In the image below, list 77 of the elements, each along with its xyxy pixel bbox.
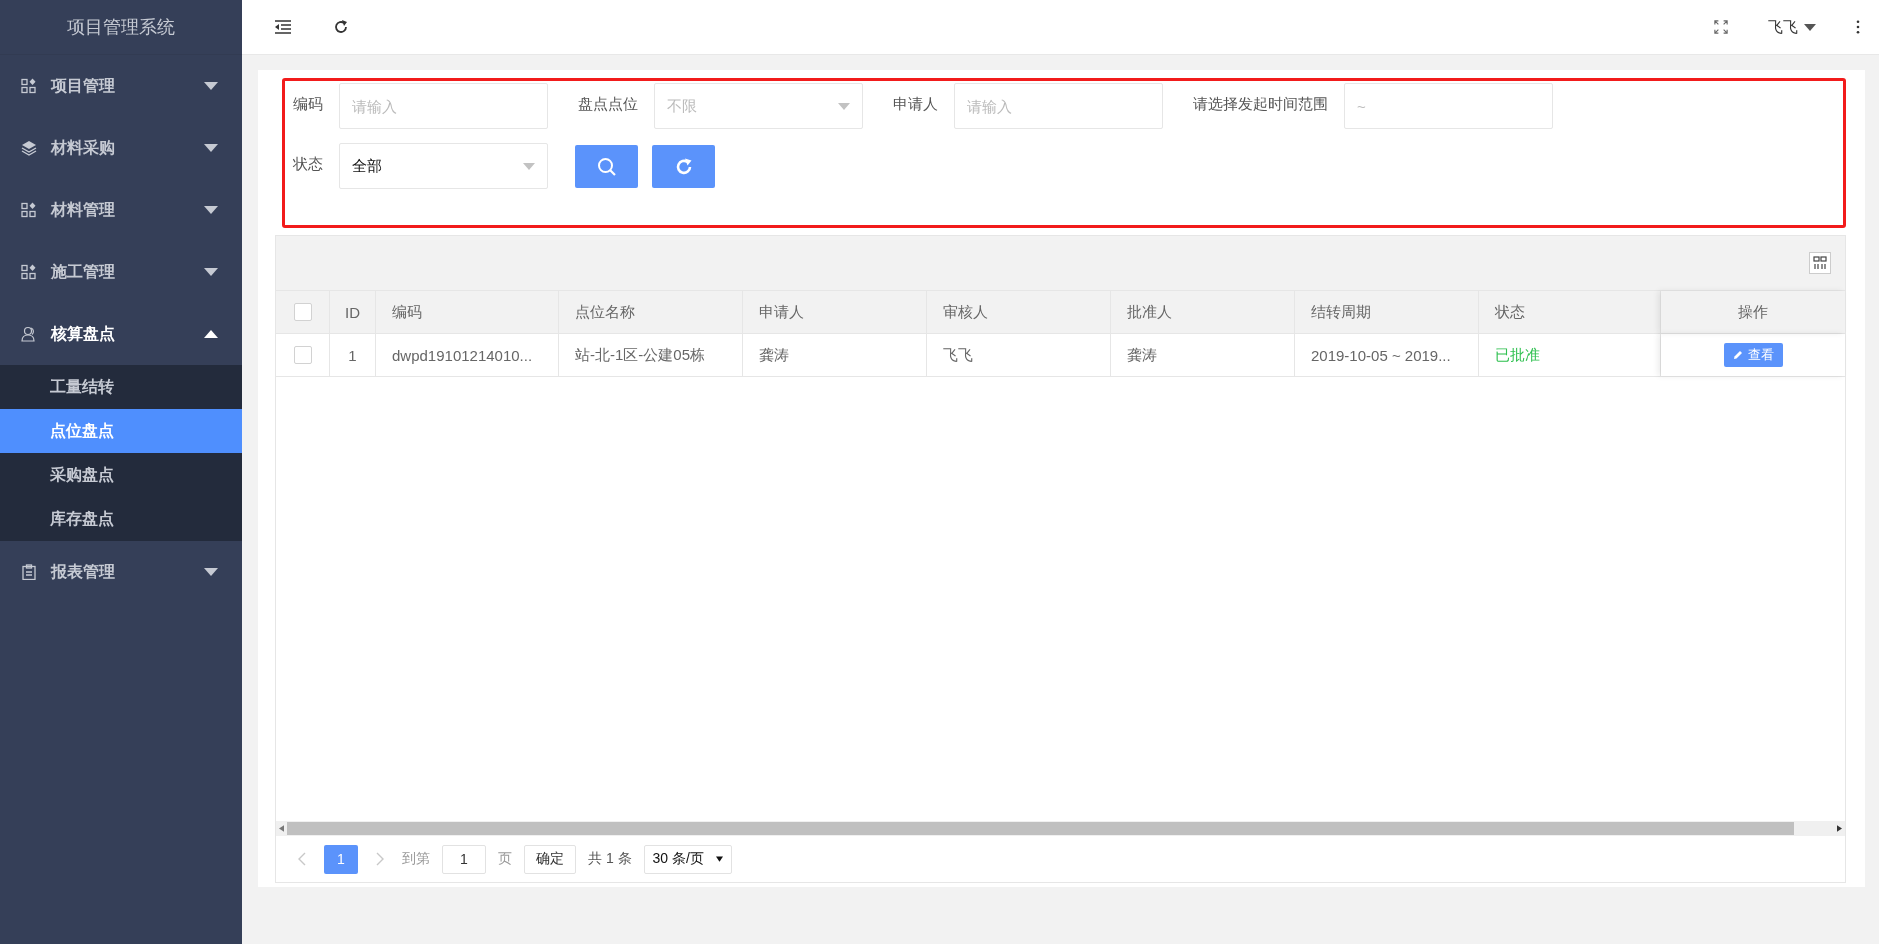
caret-up-icon (204, 330, 218, 338)
page-size-select[interactable]: 30 条/页 (643, 844, 732, 874)
layers-icon (21, 140, 37, 156)
grid-icon (21, 264, 37, 280)
clipboard-icon (21, 564, 37, 580)
horizontal-scrollbar[interactable] (276, 821, 1845, 836)
status-cell: 已批准 (1479, 334, 1661, 376)
caret-down-icon (838, 102, 850, 110)
menu-label: 材料管理 (51, 199, 116, 220)
sidebar-item[interactable]: 核算盘点 (0, 303, 242, 365)
menu-label: 施工管理 (51, 261, 116, 282)
refresh-icon[interactable] (332, 19, 350, 35)
filter-label: 请选择发起时间范围 (1193, 94, 1329, 114)
scroll-left-icon[interactable] (279, 825, 284, 832)
search-icon (596, 156, 617, 177)
confirm-button[interactable]: 确定 (524, 844, 576, 874)
caret-down-icon (1804, 23, 1816, 31)
input-field[interactable]: 请输入 (339, 83, 548, 129)
submenu-item[interactable]: 库存盘点 (0, 497, 242, 541)
columns-icon[interactable] (1809, 252, 1831, 274)
grid-icon (21, 78, 37, 94)
total-count: 共 1 条 (588, 850, 632, 868)
sidebar-item[interactable]: 施工管理 (0, 241, 242, 303)
caret-down-icon (204, 206, 218, 214)
checkbox[interactable] (293, 303, 312, 321)
column-header: 审核人 (927, 291, 1111, 333)
caret-down-icon (204, 268, 218, 276)
menu-label: 材料采购 (51, 137, 116, 158)
table-cell: 龚涛 (1111, 334, 1295, 376)
menu-fold-icon[interactable] (274, 19, 292, 35)
scroll-right-icon[interactable] (1837, 825, 1842, 832)
table-cell: 2019-10-05 ~ 2019... (1295, 334, 1479, 376)
table-cell: dwpd19101214010... (376, 334, 559, 376)
input-field[interactable]: 请输入 (954, 83, 1163, 129)
sidebar-item[interactable]: 报表管理 (0, 541, 242, 603)
column-header: 点位名称 (559, 291, 743, 333)
refresh-button[interactable] (652, 145, 715, 188)
sidebar-item[interactable]: 材料管理 (0, 179, 242, 241)
sidebar-item[interactable]: 项目管理 (0, 55, 242, 117)
filter-label: 编码 (293, 94, 324, 114)
user-menu[interactable]: 飞飞 (1768, 17, 1816, 37)
fullscreen-icon[interactable] (1714, 20, 1728, 34)
filter-label: 盘点点位 (578, 94, 639, 114)
menu-label: 报表管理 (51, 561, 116, 582)
column-header: 结转周期 (1295, 291, 1479, 333)
caret-down-icon (204, 144, 218, 152)
sidebar-item[interactable]: 材料采购 (0, 117, 242, 179)
column-header: 批准人 (1111, 291, 1295, 333)
filter-label: 状态 (293, 154, 324, 174)
table-cell: 龚涛 (743, 334, 927, 376)
search-button[interactable] (575, 145, 638, 188)
column-header: 编码 (376, 291, 559, 333)
checkbox[interactable] (293, 346, 312, 364)
pencil-icon (1732, 350, 1743, 360)
submenu-item[interactable]: 工量结转 (0, 365, 242, 409)
caret-down-icon (204, 82, 218, 90)
caret-down-icon (523, 162, 535, 170)
caret-down-icon (204, 568, 218, 576)
submenu-item[interactable]: 采购盘点 (0, 453, 242, 497)
column-header: ID (330, 291, 376, 333)
table-cell: 站-北-1区-公建05栋 (559, 334, 743, 376)
goto-label: 到第 (402, 850, 430, 868)
caret-down-icon (715, 856, 723, 862)
column-header: 操作 (1661, 291, 1845, 333)
table-cell: 飞飞 (927, 334, 1111, 376)
menu-label: 项目管理 (51, 75, 116, 96)
column-header: 申请人 (743, 291, 927, 333)
grid-icon (21, 202, 37, 218)
page-input[interactable]: 1 (442, 844, 486, 874)
input-field[interactable]: ~ (1344, 83, 1553, 129)
select-field[interactable]: 全部 (339, 143, 548, 189)
table-cell: 1 (330, 334, 376, 376)
more-icon[interactable] (1856, 20, 1860, 34)
user-icon (21, 326, 37, 342)
page-unit-label: 页 (498, 850, 512, 868)
menu-label: 核算盘点 (51, 323, 116, 344)
filter-label: 申请人 (893, 94, 939, 114)
